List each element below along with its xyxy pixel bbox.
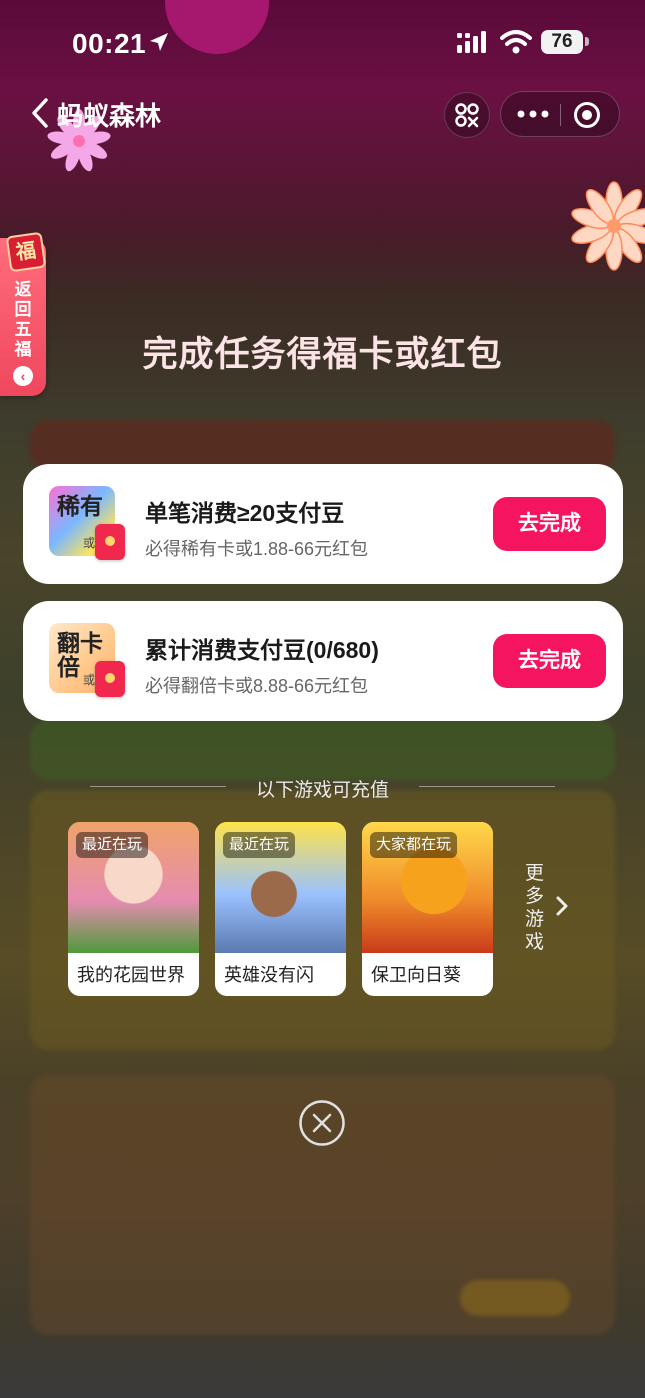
game-tag: 最近在玩 [76, 832, 149, 858]
close-icon[interactable] [298, 1099, 346, 1147]
background-blur-block [30, 420, 615, 470]
game-card[interactable]: 大家都在玩 保卫向日葵 [362, 822, 493, 996]
background-blur-block [30, 720, 615, 780]
task-icon-text: 稀有 [57, 493, 103, 519]
battery-indicator: 76 [541, 30, 583, 54]
more-games-link[interactable]: 更多游戏 [525, 862, 549, 954]
wifi-icon [500, 30, 532, 54]
scan-icon [455, 103, 479, 128]
task-title: 单笔消费≥20支付豆 [145, 500, 345, 526]
game-name: 我的花园世界 [77, 965, 185, 985]
game-tag: 最近在玩 [223, 832, 296, 858]
background-blur-block [460, 1280, 570, 1316]
go-complete-button[interactable]: 去完成 [493, 634, 606, 688]
status-time: 00:21 [72, 28, 147, 59]
fu-badge: 福 [5, 231, 47, 273]
task-icon-or: 或 [83, 673, 96, 687]
task-card: 稀有 或 单笔消费≥20支付豆 必得稀有卡或1.88-66元红包 去完成 [23, 464, 623, 584]
game-name: 英雄没有闪 [224, 965, 314, 985]
game-tag: 大家都在玩 [370, 832, 458, 858]
battery-cap [585, 37, 589, 46]
capsule-divider [560, 104, 561, 126]
game-name: 保卫向日葵 [371, 965, 461, 985]
signal-icon [457, 31, 486, 53]
location-arrow-icon [150, 33, 168, 51]
scan-button[interactable] [444, 92, 490, 138]
go-complete-button[interactable]: 去完成 [493, 497, 606, 551]
back-icon[interactable] [28, 96, 54, 130]
game-card[interactable]: 最近在玩 英雄没有闪 [215, 822, 346, 996]
flower-icon [571, 181, 645, 271]
task-subtitle: 必得翻倍卡或8.88-66元红包 [145, 676, 369, 696]
task-title: 累计消费支付豆(0/680) [145, 637, 379, 663]
chevron-right-icon[interactable] [555, 894, 569, 918]
red-packet-icon [95, 661, 125, 697]
status-bar: 00:21 76 [0, 0, 645, 80]
task-card: 翻卡倍 或 累计消费支付豆(0/680) 必得翻倍卡或8.88-66元红包 去完… [23, 601, 623, 721]
task-subtitle: 必得稀有卡或1.88-66元红包 [145, 539, 369, 559]
red-packet-icon [95, 524, 125, 560]
more-dots-icon[interactable] [515, 102, 551, 126]
game-card[interactable]: 最近在玩 我的花园世界 [68, 822, 199, 996]
page-headline: 完成任务得福卡或红包 [142, 335, 503, 374]
mini-program-capsule [500, 91, 620, 137]
nav-title: 蚂蚁森林 [57, 101, 162, 131]
task-icon-or: 或 [83, 536, 96, 550]
target-icon[interactable] [572, 100, 602, 130]
games-heading: 以下游戏可充值 [255, 780, 389, 801]
